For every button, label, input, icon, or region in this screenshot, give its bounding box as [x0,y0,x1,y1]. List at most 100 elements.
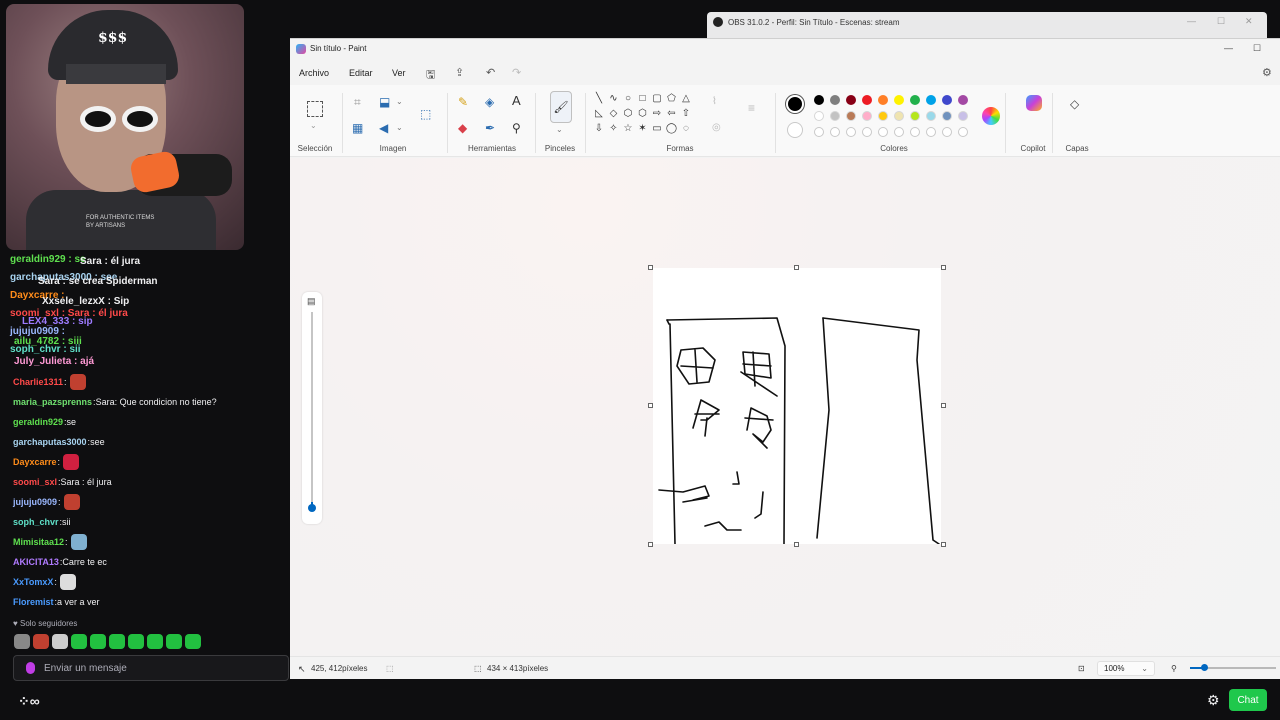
emote-icon[interactable] [109,634,125,649]
emote-icon[interactable] [71,634,87,649]
color-swatch[interactable] [926,111,936,121]
color-swatch[interactable] [958,95,968,105]
shape-icon[interactable]: ⬡ [622,108,634,119]
shape-icon[interactable]: ◌ [680,123,692,134]
zoom-select[interactable]: 100% ⌄ [1097,661,1155,676]
emote-bar[interactable] [14,634,201,649]
resize-dropdown-icon[interactable]: ⌄ [396,95,403,109]
color-swatch[interactable] [958,111,968,121]
chat-username[interactable]: Dayxcarre [13,457,57,467]
share-icon[interactable]: ⇪ [455,66,464,79]
shape-icon[interactable]: ▢ [651,93,663,104]
magnifier-icon[interactable]: ⚲ [512,121,521,135]
vertical-zoom-slider[interactable]: ▤ [302,292,322,524]
chat-username[interactable]: soomi_sxl [13,477,57,487]
color-swatch[interactable] [910,111,920,121]
shape-icon[interactable]: ∿ [608,93,620,104]
color-swatch[interactable] [942,111,952,121]
pencil-icon[interactable]: ✎ [458,95,468,109]
selection-icon[interactable] [307,101,323,117]
emote-icon[interactable] [52,634,68,649]
copilot-icon[interactable] [1026,95,1042,111]
eraser-icon[interactable]: ◆ [458,121,467,135]
shape-icon[interactable]: ⇨ [651,108,663,119]
custom-color-slot[interactable] [830,127,840,137]
settings-icon[interactable]: ⚙ [1262,66,1272,79]
shape-icon[interactable]: □ [637,93,649,104]
menu-archivo[interactable]: Archivo [299,68,329,78]
gear-icon[interactable]: ⚙ [1207,692,1220,709]
color-swatch[interactable] [942,95,952,105]
minimize-icon[interactable]: — [1187,16,1196,26]
rotate-icon[interactable]: ◀ [379,121,388,135]
color-swatch[interactable] [878,95,888,105]
secondary-color-swatch[interactable] [787,122,803,138]
shape-icon[interactable]: ╲ [593,93,605,104]
color-swatch[interactable] [814,111,824,121]
emote-icon[interactable] [33,634,49,649]
redo-icon[interactable]: ↷ [512,66,521,79]
shape-icon[interactable]: ⇧ [680,108,692,119]
chat-username[interactable]: jujuju0909 [13,497,57,507]
color-swatch[interactable] [894,111,904,121]
resize-icon[interactable]: ⬓ [379,95,390,109]
resize-handle-tm[interactable] [794,265,799,270]
primary-color-swatch[interactable] [786,95,804,113]
menu-ver[interactable]: Ver [392,68,406,78]
chat-username[interactable]: XxTomxX [13,577,53,587]
text-tool-icon[interactable]: A [512,94,521,108]
edit-colors-icon[interactable] [982,107,1000,125]
shape-icon[interactable]: ⬡ [637,108,649,119]
chat-username[interactable]: garchaputas3000 [13,437,87,447]
color-swatch[interactable] [846,95,856,105]
brush-dropdown-icon[interactable]: ⌄ [556,123,563,137]
shape-icon[interactable]: ◇ [608,108,620,119]
zoom-slider-thumb[interactable] [1201,664,1208,671]
resize-handle-mr[interactable] [941,403,946,408]
resize-handle-ml[interactable] [648,403,653,408]
fill-icon[interactable]: ◎ [712,121,721,135]
color-swatch[interactable] [814,95,824,105]
shape-icon[interactable]: ⇩ [593,123,605,134]
image-select-icon[interactable]: ⬚ [420,107,431,121]
resize-handle-tr[interactable] [941,265,946,270]
maximize-icon[interactable]: ☐ [1217,16,1225,27]
color-swatch[interactable] [910,95,920,105]
menu-editar[interactable]: Editar [349,68,373,78]
custom-color-slot[interactable] [862,127,872,137]
chat-username[interactable]: maria_pazsprenns [13,397,92,407]
emote-icon[interactable] [90,634,106,649]
custom-color-slot[interactable] [958,127,968,137]
shape-icon[interactable]: ⬠ [666,93,678,104]
resize-handle-br[interactable] [941,542,946,547]
color-picker-icon[interactable]: ✒ [485,121,495,135]
fit-to-window-icon[interactable]: ⊡ [1078,664,1085,673]
custom-color-slot[interactable] [942,127,952,137]
custom-color-slot[interactable] [878,127,888,137]
emote-icon[interactable] [147,634,163,649]
drawing-canvas[interactable] [653,268,941,545]
resize-handle-bl[interactable] [648,542,653,547]
maximize-icon[interactable]: ☐ [1253,43,1261,54]
emote-icon[interactable] [185,634,201,649]
emote-icon[interactable] [14,634,30,649]
custom-color-slot[interactable] [894,127,904,137]
brush-icon[interactable]: 🖌 [550,91,572,123]
selection-dropdown-icon[interactable]: ⌄ [310,119,317,133]
close-icon[interactable]: ✕ [1245,16,1253,27]
shape-icon[interactable]: ☆ [622,123,634,134]
shape-icon[interactable]: ◯ [666,123,678,134]
fill-bucket-icon[interactable]: ◈ [485,95,494,109]
resize-handle-tl[interactable] [648,265,653,270]
resize-handle-bm[interactable] [794,542,799,547]
shape-icon[interactable]: ⇦ [666,108,678,119]
shape-icon[interactable]: ◺ [593,108,605,119]
color-swatch[interactable] [878,111,888,121]
chat-message-input[interactable]: Enviar un mensaje [13,655,289,681]
shape-icon[interactable]: ○ [622,93,634,104]
chat-username[interactable]: Mimisitaa12 [13,537,64,547]
custom-color-slot[interactable] [926,127,936,137]
save-icon[interactable]: 🖫 [426,66,435,85]
outline-icon[interactable]: ⌇ [712,95,717,109]
color-swatch[interactable] [862,111,872,121]
